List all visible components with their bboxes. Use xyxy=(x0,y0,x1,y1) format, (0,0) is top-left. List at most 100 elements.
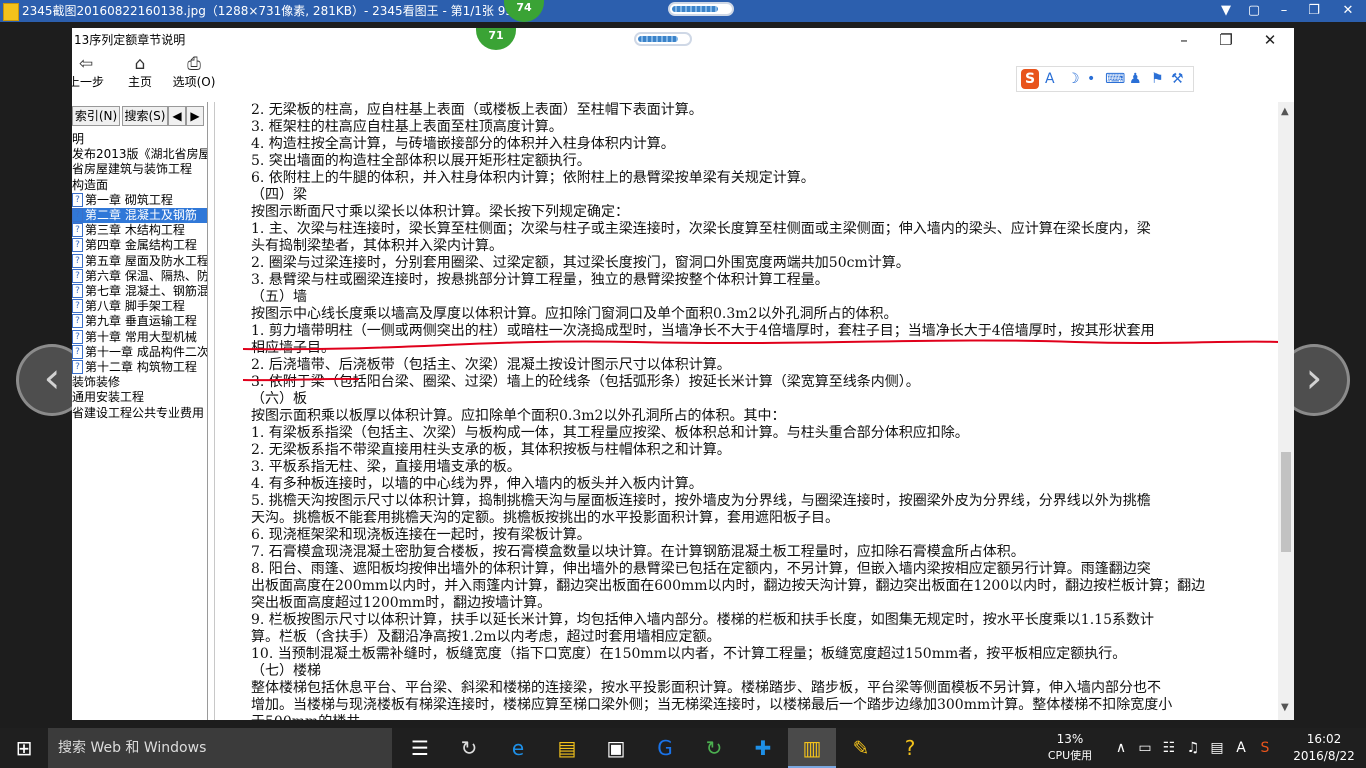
task-view-icon[interactable]: ☰ xyxy=(396,728,444,768)
inner-progress-bar xyxy=(634,32,692,46)
tab-scroll-left-icon[interactable]: ◀ xyxy=(168,106,186,126)
volume-icon[interactable]: ♫ xyxy=(1182,728,1204,768)
cpu-usage[interactable]: 13% CPU使用 xyxy=(1040,728,1100,768)
sidebar-item[interactable]: 发布2013版《湖北省房屋 xyxy=(72,147,207,162)
battery-icon[interactable]: ▭ xyxy=(1134,728,1156,768)
sidebar-item[interactable]: ? 第四章 金属结构工程 xyxy=(72,238,207,253)
sidebar-item-label: 省房屋建筑与装饰工程 xyxy=(72,162,193,177)
document-scrollbar[interactable]: ▲ ▼ xyxy=(1278,102,1294,720)
sidebar-item-label: 装饰装修 xyxy=(72,375,121,390)
ime-punct-icon[interactable]: • xyxy=(1087,69,1095,89)
tab-scroll-right-icon[interactable]: ▶ xyxy=(186,106,204,126)
taskbar-search-box[interactable]: 搜索 Web 和 Windows xyxy=(48,728,392,768)
scroll-down-icon[interactable]: ▼ xyxy=(1281,702,1289,713)
ime-skin-icon[interactable]: ⚑ xyxy=(1151,69,1164,89)
sidebar: 索引(N) 搜索(S) ◀ ▶ 明发布2013版《湖北省房屋 省房屋建筑与装饰工程… xyxy=(72,102,208,720)
tab-search[interactable]: 搜索(S) xyxy=(122,106,168,126)
document-line: 按图示面积乘以板厚以体积计算。应扣除单个面积0.3m2以外孔洞所占的体积。其中： xyxy=(251,408,786,424)
viewer-dropdown-icon[interactable]: ▼ xyxy=(1212,0,1240,22)
sidebar-item-label: 发布2013版《湖北省房屋 xyxy=(72,147,207,162)
document-pane: 2. 无梁板的柱高，应自柱基上表面（或楼板上表面）至柱帽下表面计算。 3. 框架柱… xyxy=(214,102,1279,720)
ime-mode-icon[interactable]: A xyxy=(1045,69,1055,89)
app-restore-button[interactable]: ❐ xyxy=(1206,28,1246,52)
sidebar-item[interactable]: ? 第七章 混凝土、钢筋混 xyxy=(72,284,207,299)
ime-toolbar: S A ☽ • ⌨ ♟ ⚑ ⚒ xyxy=(1016,66,1194,92)
document-line: 1. 有梁板系指梁（包括主、次梁）与板构成一体，其工程量应按梁、板体积总和计算。… xyxy=(251,425,969,441)
sidebar-item[interactable]: ? 第八章 脚手架工程 xyxy=(72,299,207,314)
sidebar-item-label: 第七章 混凝土、钢筋混 xyxy=(85,284,207,298)
store-icon[interactable]: ▣ xyxy=(592,728,640,768)
edge-browser-icon[interactable]: e xyxy=(494,728,542,768)
sidebar-item[interactable]: ? 第二章 混凝土及钢筋 xyxy=(72,208,207,223)
viewer-minimize-button[interactable]: – xyxy=(1270,0,1298,22)
sync-icon[interactable]: ↻ xyxy=(690,728,738,768)
app-title: 13序列定额章节说明 xyxy=(74,33,186,47)
document-line: 算。栏板（含扶手）及翻沿净高按1.2m以内考虑，超过时套用墙相应定额。 xyxy=(251,629,721,645)
help-page-icon: ? xyxy=(72,253,83,268)
ime-halfwidth-icon[interactable]: ☽ xyxy=(1067,69,1080,89)
sidebar-item[interactable]: ? 第一章 砌筑工程 xyxy=(72,192,207,208)
help-app-icon[interactable]: ? xyxy=(886,728,934,768)
home-icon: ⌂ xyxy=(134,54,146,74)
image-viewer-icon[interactable]: ▥ xyxy=(788,728,836,768)
sidebar-item[interactable]: ? 第十一章 成品构件二次 xyxy=(72,344,207,360)
sidebar-item[interactable]: ? 第九章 垂直运输工程 xyxy=(72,314,207,329)
sidebar-item[interactable]: ? 第三章 木结构工程 xyxy=(72,223,207,238)
help-page-icon: ? xyxy=(72,268,83,283)
clock[interactable]: 16:02 2016/8/22 xyxy=(1288,728,1360,768)
sogou-tray-icon[interactable]: S xyxy=(1254,728,1276,768)
home-button[interactable]: ⌂ 主页 xyxy=(120,54,160,90)
back-button[interactable]: ⇦ 上一步 xyxy=(72,54,106,90)
document-line: 突出板面高度超过1200mm时，翻边按墙计算。 xyxy=(251,595,552,611)
document-line: 增加。当楼梯与现浇楼板有梯梁连接时，楼梯应算至梯口梁外侧；当无梯梁连接时，以楼梯… xyxy=(251,697,1173,713)
refresh-icon[interactable]: ↻ xyxy=(445,728,493,768)
sidebar-item-label: 第十二章 构筑物工程 xyxy=(85,360,197,374)
ime-keyboard-icon[interactable]: ⌨ xyxy=(1105,69,1125,89)
sidebar-item-label: 构造面 xyxy=(72,177,109,192)
document-line: 4. 有多种板连接时，以墙的中心线为界，伸入墙内的板头并入板内计算。 xyxy=(251,476,703,492)
document-line: （七）楼梯 xyxy=(251,663,321,679)
sidebar-item[interactable]: 通用安装工程 xyxy=(72,390,207,405)
inner-progress-fill xyxy=(638,36,678,42)
screenshot-image: 13序列定额章节说明 – ❐ ✕ 71 ⇦ 上一步 ⌂ 主页 ⎙ 选项(O) S… xyxy=(72,28,1294,720)
tab-index[interactable]: 索引(N) xyxy=(72,106,120,126)
network-icon[interactable]: ☷ xyxy=(1158,728,1180,768)
help-page-icon: ? xyxy=(72,192,83,207)
action-center-icon[interactable]: ▤ xyxy=(1206,728,1228,768)
sidebar-item[interactable]: 构造面 xyxy=(72,178,207,193)
sidebar-item-label: 第九章 垂直运输工程 xyxy=(85,314,197,329)
red-underline-annotation-tail xyxy=(242,377,360,382)
sidebar-item[interactable]: ? 第十章 常用大型机械 xyxy=(72,329,207,345)
document-line: 出板面高度在200mm以内时，并入雨篷内计算，翻边突出板面在600mm以内时，翻… xyxy=(251,578,1206,594)
browser-g-icon[interactable]: G xyxy=(641,728,689,768)
scroll-up-icon[interactable]: ▲ xyxy=(1281,106,1289,117)
sidebar-item[interactable]: 省建设工程公共专业费用 xyxy=(72,406,207,421)
document-line: 于500mm的楼井。 xyxy=(251,714,1251,720)
ime-user-icon[interactable]: ♟ xyxy=(1129,69,1142,89)
sidebar-item[interactable]: ? 第五章 屋面及防水工程 xyxy=(72,253,207,269)
help-page-icon: ? xyxy=(72,223,83,238)
sidebar-item[interactable]: ? 第六章 保温、隔热、防 xyxy=(72,268,207,284)
viewer-fit-icon[interactable]: ▢ xyxy=(1240,0,1268,22)
document-line: 7. 石膏模盒现浇混凝土密肋复合楼板，按石膏模盒数量以块计算。在计算钢筋混凝土板… xyxy=(251,544,1025,560)
notepad-icon[interactable]: ✎ xyxy=(837,728,885,768)
app-minimize-button[interactable]: – xyxy=(1164,28,1204,52)
scroll-thumb[interactable] xyxy=(1281,452,1291,552)
show-hidden-icons-icon[interactable]: ∧ xyxy=(1110,728,1132,768)
options-button[interactable]: ⎙ 选项(O) xyxy=(172,54,216,90)
sidebar-item[interactable]: 装饰装修 xyxy=(72,375,207,390)
sidebar-item[interactable]: ? 第十二章 构筑物工程 xyxy=(72,360,207,375)
remote-tool-icon[interactable]: ✚ xyxy=(739,728,787,768)
start-button[interactable]: ⊞ xyxy=(0,728,48,768)
viewer-restore-button[interactable]: ❐ xyxy=(1300,0,1328,22)
sidebar-item[interactable]: 省房屋建筑与装饰工程 xyxy=(72,162,207,177)
ime-tools-icon[interactable]: ⚒ xyxy=(1171,69,1184,89)
sidebar-item[interactable]: 明 xyxy=(72,132,207,147)
ime-language-icon[interactable]: A xyxy=(1230,728,1252,768)
document-line: 6. 现浇框架梁和现浇板连接在一起时，按有梁板计算。 xyxy=(251,527,591,543)
app-close-button[interactable]: ✕ xyxy=(1250,28,1290,52)
document-line: 天沟。挑檐板不能套用挑檐天沟的定额。挑檐板按挑出的水平投影面积计算，套用遮阳板子… xyxy=(251,510,839,526)
sogou-logo-icon[interactable]: S xyxy=(1021,69,1040,89)
viewer-close-button[interactable]: ✕ xyxy=(1334,0,1362,22)
file-explorer-icon[interactable]: ▤ xyxy=(543,728,591,768)
